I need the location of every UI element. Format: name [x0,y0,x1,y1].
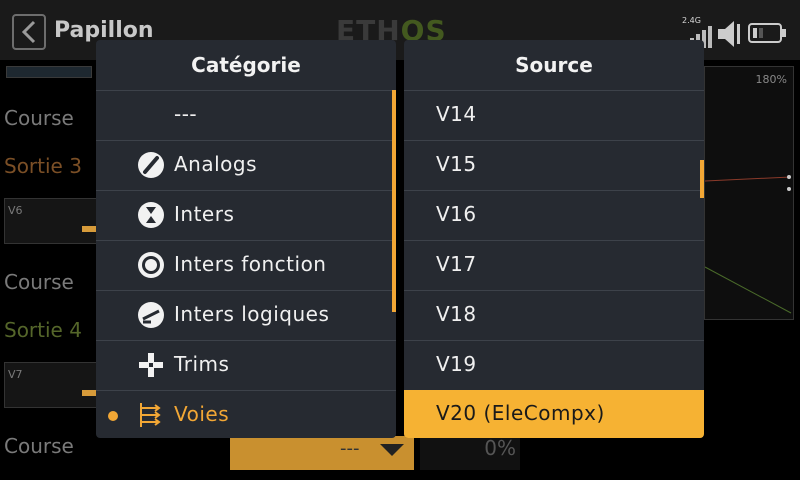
source-item-selected[interactable]: V20 (EleCompx) [404,390,704,438]
bg-level-bar [82,390,96,396]
logic-switch-icon [138,302,164,328]
switch-icon [138,202,164,228]
channels-icon [140,403,161,427]
bg-course-label: Course [4,106,74,130]
source-item-label: V19 [436,352,477,376]
battery-icon [748,23,786,43]
source-item[interactable]: V18 [404,290,704,339]
category-item-switches[interactable]: Inters [96,190,396,239]
category-item-analogs[interactable]: Analogs [96,140,396,189]
bg-bar [6,66,92,78]
category-title: Catégorie [191,53,301,77]
category-item-label: Inters logiques [174,302,330,326]
source-item-label: V14 [436,102,477,126]
category-item-label: Analogs [174,152,258,176]
curve-lines [705,175,792,314]
bg-channel-label: V7 [8,368,23,381]
category-item-label: Inters fonction [174,252,327,276]
category-item-trims[interactable]: Trims [96,340,396,389]
category-item-label: Inters [174,202,235,226]
category-item-logic-switches[interactable]: Inters logiques [96,290,396,339]
source-item[interactable]: V15 [404,140,704,189]
back-button[interactable] [12,14,46,50]
volume-icon[interactable] [716,20,742,48]
source-item-label: V15 [436,152,477,176]
function-switch-icon [138,252,164,278]
category-item-none[interactable]: --- [96,90,396,139]
source-title: Source [515,53,593,77]
selected-dot-icon [108,411,118,421]
category-item-channels[interactable]: Voies [96,390,396,438]
source-item-label: V17 [436,252,477,276]
rf-band-label: 2.4G [682,16,701,25]
curve-graph: 180% [704,66,794,320]
bg-level-bar [82,226,96,232]
category-panel: Catégorie --- Analogs Inters Inters fonc… [96,40,396,438]
analog-icon [138,152,164,178]
bg-percent-value: 0% [484,436,516,460]
category-item-label: Trims [174,352,230,376]
bg-source-dropdown: --- [230,436,414,470]
trim-icon [139,353,163,377]
source-item-label: V18 [436,302,477,326]
source-item[interactable]: V14 [404,90,704,139]
bg-output-3-label: Sortie 3 [4,154,82,178]
source-item-label: V20 (EleCompx) [436,401,605,425]
dropdown-arrow-icon [380,444,404,456]
back-arrow-icon [21,20,36,44]
source-scrollbar[interactable] [700,160,704,198]
bg-channel-label: V6 [8,204,23,217]
source-item-label: V16 [436,202,477,226]
source-item[interactable]: V19 [404,340,704,389]
bg-dropdown-value: --- [340,438,360,459]
bg-course-label: Course [4,270,74,294]
category-item-label: Voies [174,402,230,426]
category-item-function-switches[interactable]: Inters fonction [96,240,396,289]
category-item-label: --- [174,102,198,126]
category-scrollbar[interactable] [392,90,396,312]
bg-output-4-label: Sortie 4 [4,318,82,342]
source-item[interactable]: V17 [404,240,704,289]
source-item[interactable]: V16 [404,190,704,239]
bg-course-label: Course [4,434,74,458]
source-panel: Source V14 V15 V16 V17 V18 V19 V20 (EleC… [404,40,704,438]
